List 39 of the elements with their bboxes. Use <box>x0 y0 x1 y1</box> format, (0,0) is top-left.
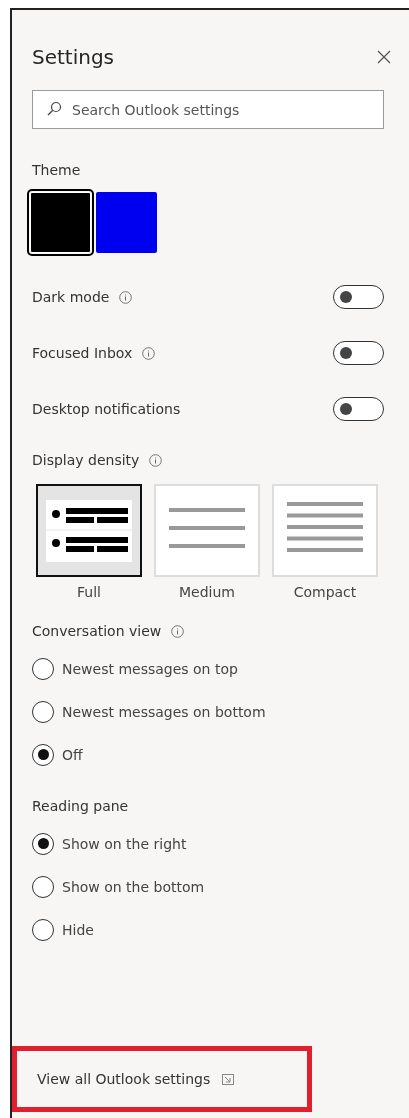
theme-swatch[interactable] <box>30 192 91 253</box>
density-label: Compact <box>293 584 357 600</box>
radio-label: Show on the bottom <box>62 878 205 895</box>
toggle-label: Focused Inbox <box>32 345 133 361</box>
search-field[interactable]: Search Outlook settings <box>32 90 384 129</box>
full-density-icon <box>46 499 132 562</box>
radio-button[interactable] <box>32 875 54 898</box>
view-all-settings-link[interactable]: View all Outlook settings <box>37 1071 211 1087</box>
search-icon <box>46 101 62 117</box>
info-icon[interactable] <box>149 453 163 467</box>
radio-button[interactable] <box>32 832 54 855</box>
radio-button[interactable] <box>32 657 54 680</box>
close-icon[interactable] <box>377 50 391 64</box>
radio-button[interactable] <box>32 918 54 941</box>
info-icon[interactable] <box>142 346 156 360</box>
radio-label: Off <box>62 746 83 763</box>
section-label: Theme <box>32 162 82 178</box>
info-icon[interactable] <box>171 624 185 638</box>
popout-icon <box>222 1073 235 1085</box>
toggle-switch[interactable] <box>333 397 384 421</box>
density-label: Medium <box>179 584 235 600</box>
toggle-switch[interactable] <box>333 341 384 365</box>
density-label: Full <box>77 584 101 600</box>
radio-button[interactable] <box>32 743 54 766</box>
toggle-label: Dark mode <box>32 289 110 305</box>
theme-swatch[interactable] <box>96 192 157 253</box>
radio-label: Newest messages on top <box>62 660 238 677</box>
toggle-switch[interactable] <box>333 285 384 309</box>
section-label: Conversation view <box>32 623 162 639</box>
radio-button[interactable] <box>32 700 54 723</box>
density-option[interactable] <box>36 484 142 577</box>
section-label: Display density <box>32 452 140 468</box>
radio-label: Hide <box>62 921 94 938</box>
toggle-label: Desktop notifications <box>32 401 181 417</box>
info-icon[interactable] <box>119 290 133 304</box>
radio-label: Newest messages on bottom <box>62 703 266 720</box>
panel-title: Settings <box>32 45 115 69</box>
section-label: Reading pane <box>32 798 129 814</box>
radio-label: Show on the right <box>62 835 187 852</box>
